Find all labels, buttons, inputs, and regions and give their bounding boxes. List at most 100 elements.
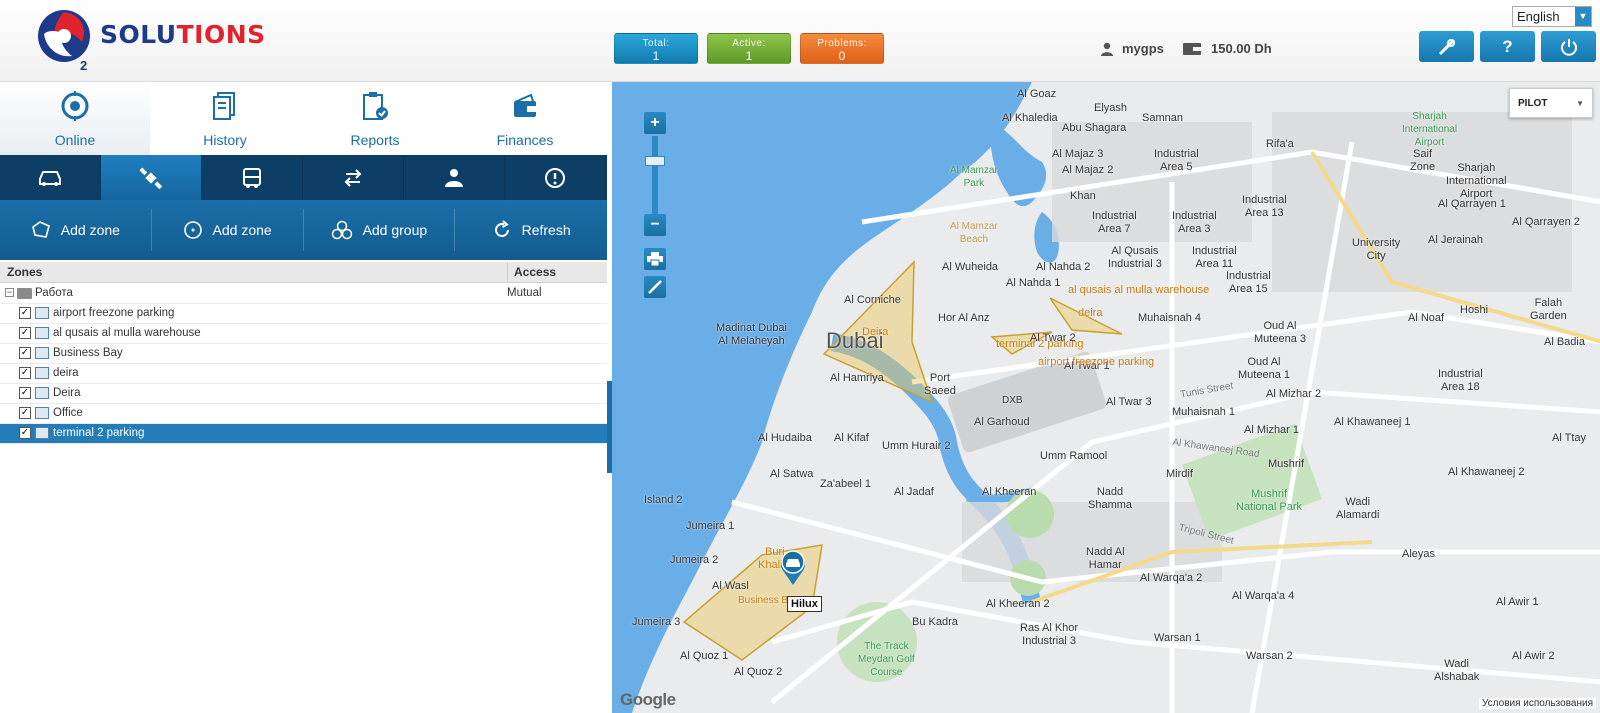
map-label: Al Kheeran 2 (986, 598, 1050, 610)
vehicle-marker-icon[interactable] (778, 548, 808, 586)
subtab-alerts[interactable] (505, 155, 606, 200)
map-label-zone: airport freezone parking (1038, 356, 1155, 368)
map-label: University City (1352, 237, 1401, 262)
zone-name: Business Bay (53, 347, 123, 359)
alert-icon (545, 167, 565, 188)
logout-button[interactable] (1541, 31, 1596, 62)
tab-online[interactable]: Online (0, 82, 150, 155)
map-label: Al Majaz 2 (1062, 164, 1114, 176)
table-row[interactable]: ✓ Deira (0, 384, 607, 404)
access-column-header[interactable]: Access (507, 262, 607, 283)
subtab-drivers[interactable] (202, 155, 303, 200)
problems-label: Problems: (817, 38, 867, 49)
table-row[interactable]: ✓ airport freezone parking (0, 304, 607, 324)
terms-link[interactable]: Условия использования (1479, 698, 1596, 709)
tab-finances[interactable]: Finances (450, 82, 600, 155)
zoom-in-button[interactable]: + (644, 112, 666, 134)
user-icon (1101, 42, 1113, 56)
tab-reports[interactable]: Reports (300, 82, 450, 155)
balance-info: 150.00 Dh (1183, 41, 1272, 56)
table-row[interactable]: ✓ deira (0, 364, 607, 384)
zoom-slider-handle[interactable] (645, 156, 665, 166)
zone-checkbox[interactable]: ✓ (19, 367, 31, 379)
total-badge[interactable]: Total: 1 (614, 33, 698, 64)
header-buttons: ? (1419, 31, 1596, 62)
table-row-group[interactable]: − Работа Mutual (0, 284, 607, 304)
table-row-selected[interactable]: ✓ terminal 2 parking (0, 424, 607, 444)
app-header: SOLUTIONS 2 Total: 1 Active: 1 Problems:… (0, 0, 1600, 82)
map-label: Al Mamzar Beach (950, 221, 998, 245)
add-zone-circle-button[interactable]: Add zone (152, 209, 304, 251)
object-subtabs (0, 155, 607, 200)
map-label: Madinat Dubai Al Melaheyah (716, 322, 787, 347)
add-group-button[interactable]: Add group (304, 209, 456, 251)
active-badge[interactable]: Active: 1 (707, 33, 791, 64)
map-label: Al Qarrayen 2 (1512, 216, 1580, 228)
zone-checkbox[interactable]: ✓ (19, 307, 31, 319)
zoom-slider-track[interactable] (652, 136, 658, 214)
clipboard-check-icon (363, 92, 388, 120)
zone-checkbox[interactable]: ✓ (19, 387, 31, 399)
map-label: Khan (1070, 190, 1096, 202)
refresh-button[interactable]: Refresh (455, 209, 607, 251)
collapse-icon[interactable]: − (5, 288, 14, 297)
bus-icon (243, 167, 261, 188)
zoom-out-button[interactable]: − (644, 214, 666, 236)
map-label: Al Nahda 1 (1006, 277, 1061, 289)
vehicle-label[interactable]: Hilux (787, 596, 822, 612)
map-label: Al Wasl (712, 580, 749, 592)
language-value: English (1517, 9, 1560, 24)
map-label: Jumeira 1 (686, 520, 735, 532)
subtab-units[interactable] (0, 155, 101, 200)
print-button[interactable] (644, 248, 666, 270)
table-row[interactable]: ✓ Business Bay (0, 344, 607, 364)
map-label: Sharjah International Airport (1446, 162, 1507, 200)
map-label: Aleyas (1402, 548, 1436, 560)
help-button[interactable]: ? (1480, 31, 1535, 62)
add-zone-polygon-button[interactable]: Add zone (0, 209, 152, 251)
google-logo-text: Google (620, 690, 676, 709)
table-row[interactable]: ✓ al qusais al mulla warehouse (0, 324, 607, 344)
map-label: Al Satwa (770, 468, 814, 480)
map-label: Al Quoz 2 (734, 666, 783, 678)
zone-icon (35, 427, 49, 439)
zone-checkbox[interactable]: ✓ (19, 427, 31, 439)
user-info[interactable]: mygps (1100, 41, 1164, 56)
map-label-zone: Deira (862, 326, 889, 338)
zone-name: terminal 2 parking (53, 427, 145, 439)
language-select[interactable]: English ▼ (1512, 6, 1592, 27)
zone-checkbox[interactable]: ✓ (19, 347, 31, 359)
problems-value: 0 (838, 49, 846, 63)
map-tools-button[interactable] (644, 276, 666, 298)
zone-checkbox[interactable]: ✓ (19, 407, 31, 419)
problems-badge[interactable]: Problems: 0 (800, 33, 884, 64)
tab-history[interactable]: History (150, 82, 300, 155)
map-label: Industrial Area 11 (1192, 245, 1237, 270)
map-view[interactable]: Dubai Al Goaz Elyash Al Khaledia Abu Sha… (612, 82, 1600, 713)
zone-checkbox[interactable]: ✓ (19, 327, 31, 339)
logo[interactable]: SOLUTIONS 2 (36, 4, 266, 74)
subtab-geozones[interactable] (101, 155, 202, 200)
map-label: Oud Al Muteena 1 (1238, 356, 1290, 381)
map-type-select[interactable]: PILOT ▼ (1509, 88, 1593, 118)
map-label: Al Qusais Industrial 3 (1108, 245, 1162, 270)
table-row[interactable]: ✓ Office (0, 404, 607, 424)
zone-name: airport freezone parking (53, 307, 175, 319)
zone-name: Deira (53, 387, 81, 399)
zones-column-header[interactable]: Zones (7, 265, 42, 279)
subtab-users[interactable] (404, 155, 505, 200)
map-label: Industrial Area 15 (1226, 270, 1271, 295)
tab-history-label: History (203, 132, 247, 148)
folder-icon (17, 288, 32, 299)
subtab-routes[interactable] (303, 155, 404, 200)
map-label: Industrial Area 13 (1242, 194, 1287, 219)
map-label: Al Qarrayen 1 (1438, 198, 1506, 210)
map-label: Al Kifaf (834, 432, 869, 444)
map-type-value: PILOT (1518, 98, 1548, 109)
chevron-down-icon: ▼ (1576, 99, 1584, 108)
map-label: Al Nahda 2 (1036, 261, 1091, 273)
wallet-icon (1183, 42, 1201, 55)
map-label: Al Goaz (1017, 88, 1057, 100)
tab-reports-label: Reports (350, 132, 400, 148)
settings-button[interactable] (1419, 31, 1474, 62)
